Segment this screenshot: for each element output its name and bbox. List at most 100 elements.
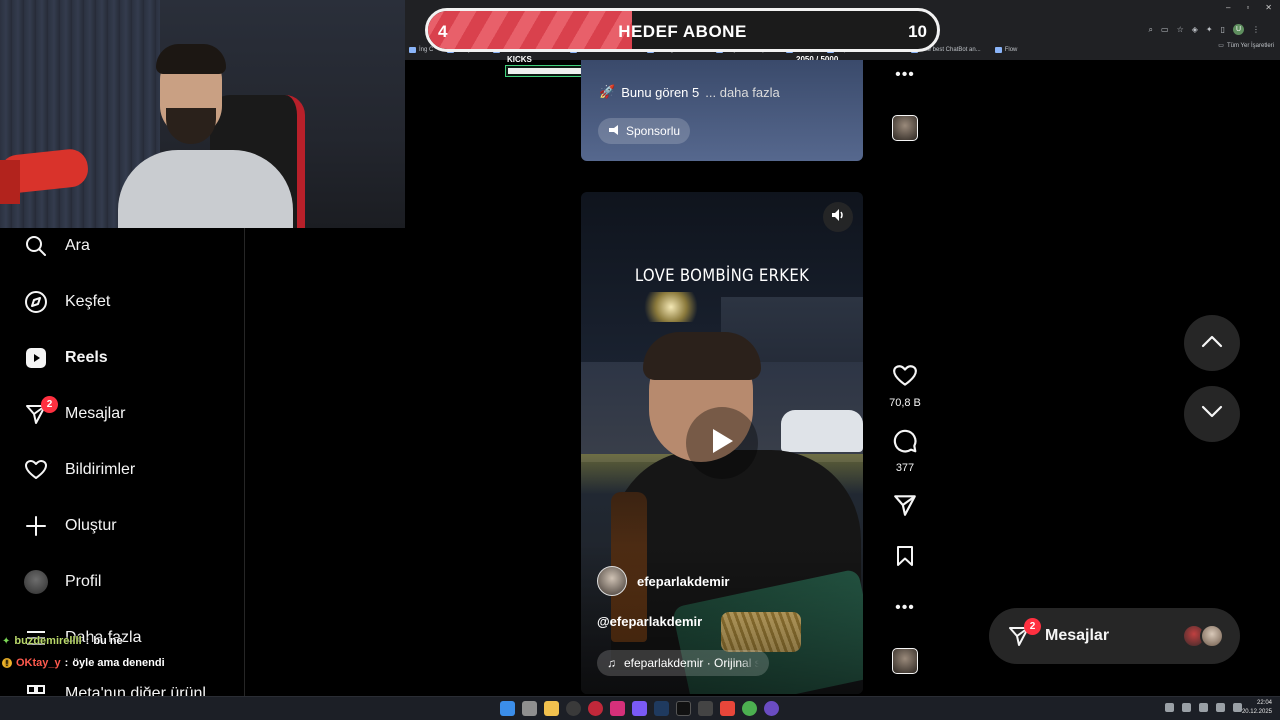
unread-badge: 2 [41, 396, 58, 413]
search-icon [24, 234, 48, 258]
chevron-down-icon [1201, 405, 1223, 424]
streamer-hair [156, 44, 226, 74]
chevron-up-icon [1201, 334, 1223, 353]
subscriber-goal-bar: 4 HEDEF ABONE 10 [425, 8, 940, 52]
nav-item-label: Oluştur [65, 517, 117, 534]
send-icon [892, 492, 918, 523]
rocket-icon: 🚀 [599, 84, 616, 99]
taskbar-apps [500, 701, 779, 716]
heart-icon [892, 363, 918, 394]
streamlabs-icon[interactable] [698, 701, 713, 716]
play-button[interactable] [686, 407, 758, 479]
star-icon[interactable]: ☆ [1177, 25, 1184, 34]
messages-floating-button[interactable]: 2 Mesajlar [989, 608, 1240, 664]
warning-icon: ! [2, 658, 12, 668]
audio-thumbnail[interactable] [892, 648, 918, 674]
chrome-icon[interactable] [742, 701, 757, 716]
more-horizontal-icon: ••• [895, 599, 915, 616]
unread-badge: 2 [1024, 618, 1041, 635]
task-view-icon[interactable] [522, 701, 537, 716]
photoshop-icon[interactable] [654, 701, 669, 716]
author-name[interactable]: efeparlakdemir [637, 574, 730, 589]
volume-icon[interactable] [1216, 703, 1225, 712]
sponsored-tag[interactable]: Sponsorlu [598, 118, 691, 144]
profile-avatar-button[interactable]: U [1233, 24, 1244, 35]
minimize-icon[interactable]: – [1226, 3, 1230, 12]
more-options-button-top[interactable]: ••• [885, 66, 925, 84]
like-button[interactable]: 70,8 B [885, 363, 925, 409]
instagram-icon[interactable] [610, 701, 625, 716]
windows-start-icon[interactable] [500, 701, 515, 716]
cast-icon[interactable]: ▭ [1161, 25, 1169, 34]
chat-separator: : [85, 635, 90, 647]
extension-icon[interactable]: ◈ [1192, 25, 1198, 34]
author-avatar[interactable] [597, 566, 627, 596]
windows-taskbar: 22:04 20.12.2025 [0, 696, 1280, 720]
system-tray [1165, 703, 1242, 712]
nav-item-label: Bildirimler [65, 461, 136, 478]
adobe-icon[interactable] [720, 701, 735, 716]
play-icon [709, 427, 735, 460]
audio-chip[interactable]: ♫ efeparlakdemir · Orijinal ses [597, 650, 769, 676]
sponsored-post-card[interactable]: 🚀 Bunu gören 5 ... daha fazla Sponsorlu [581, 60, 863, 161]
chat-message: ! OKtay_y : öyle ama denendi [2, 652, 165, 674]
reel-video[interactable]: LOVE BOMBİNG ERKEK efeparlakdemir @efepa… [581, 192, 863, 694]
chat-username: buzdemirellll [14, 635, 82, 647]
sound-button[interactable] [823, 202, 853, 232]
bookmark-favicon-icon [994, 47, 1002, 53]
nav-item-explore[interactable]: Keşfet [24, 288, 110, 316]
nav-item-create[interactable]: Oluştur [24, 512, 117, 540]
obs-icon[interactable] [764, 701, 779, 716]
kicks-label: KICKS [507, 55, 532, 64]
reel-author[interactable]: efeparlakdemir [597, 566, 730, 596]
messenger-icon: 2 [24, 396, 58, 426]
messages-label: Mesajlar [1045, 627, 1110, 644]
chat-text: öyle ama denendi [72, 657, 165, 669]
taskbar-clock[interactable]: 22:04 20.12.2025 [1242, 699, 1272, 717]
avatar [24, 570, 48, 594]
tray-chevron-icon[interactable] [1165, 703, 1174, 712]
language-icon[interactable] [1233, 703, 1242, 712]
audio-thumbnail-top[interactable] [892, 115, 918, 141]
chat-separator: : [64, 657, 69, 669]
kebab-menu-icon[interactable]: ⋮ [1252, 25, 1260, 34]
nav-item-messages[interactable]: 2 Mesajlar [24, 396, 126, 428]
nav-item-profile[interactable]: Profil [24, 568, 101, 596]
nav-item-notifications[interactable]: Bildirimler [24, 456, 135, 484]
goal-target: 10 [908, 22, 927, 41]
compass-icon [24, 290, 48, 314]
nav-item-reels[interactable]: Reels [24, 344, 108, 372]
settings-icon[interactable] [566, 701, 581, 716]
sidepanel-icon[interactable]: ▯ [1221, 25, 1225, 34]
restore-icon[interactable]: ▫ [1246, 3, 1249, 12]
file-explorer-icon[interactable] [544, 701, 559, 716]
next-reel-button[interactable] [1184, 386, 1240, 442]
comment-icon [892, 428, 918, 459]
scene-car [781, 410, 863, 452]
nav-item-search[interactable]: Ara [24, 232, 90, 260]
bookmark-item[interactable]: Flow [994, 47, 1017, 53]
more-options-button[interactable]: ••• [885, 599, 925, 617]
zoom-icon[interactable]: ⌕ [1149, 25, 1153, 35]
reels-icon [24, 346, 48, 370]
close-icon[interactable]: ✕ [1265, 3, 1272, 12]
video-caption: LOVE BOMBİNG ERKEK [634, 266, 810, 286]
music-note-icon: ♫ [607, 656, 616, 670]
all-bookmarks-button[interactable]: ▭ Tüm Yer İşaretleri [1218, 42, 1274, 50]
tiktok-icon[interactable] [676, 701, 691, 716]
scene-street-lamp [636, 292, 706, 322]
reel-handle[interactable]: @efeparlakdemir [597, 614, 702, 629]
discord-icon[interactable] [632, 701, 647, 716]
previous-reel-button[interactable] [1184, 315, 1240, 371]
bluetooth-icon[interactable] [1182, 703, 1191, 712]
opera-icon[interactable] [588, 701, 603, 716]
comment-button[interactable]: 377 [885, 428, 925, 474]
folder-icon [409, 47, 416, 53]
network-icon[interactable] [1199, 703, 1208, 712]
nav-item-label: Mesajlar [65, 405, 126, 422]
stream-chat-overlay: ✦ buzdemirellll : bu ne ! OKtay_y : öyle… [2, 630, 165, 674]
puzzle-icon[interactable]: ✦ [1206, 25, 1213, 34]
save-button[interactable] [885, 544, 925, 573]
more-link[interactable]: ... daha fazla [705, 85, 779, 100]
share-button[interactable] [885, 492, 925, 523]
